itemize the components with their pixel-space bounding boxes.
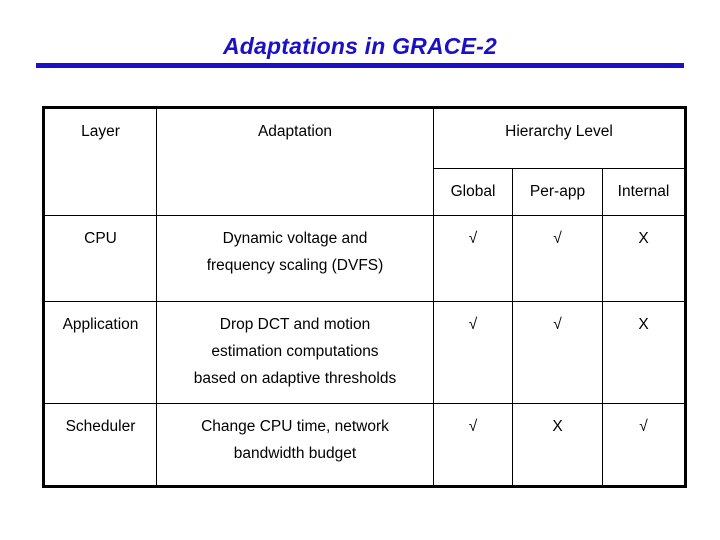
table-row: Scheduler Change CPU time, network bandw… (43, 403, 687, 487)
adaptation-line: frequency scaling (DVFS) (206, 257, 384, 274)
slide: Adaptations in GRACE-2 Layer Adaptation … (0, 0, 720, 540)
cell-layer: Application (43, 301, 157, 404)
header-cell-global: Global (433, 168, 513, 216)
header-cell-per-app: Per-app (512, 168, 603, 216)
cell-per-app-mark: √ (512, 301, 603, 404)
cell-internal-mark: √ (601, 403, 687, 487)
cell-per-app-mark: √ (512, 215, 603, 302)
cell-layer: CPU (43, 215, 157, 302)
adaptation-line: estimation computations (211, 343, 379, 360)
header-cell-internal: Internal (601, 168, 687, 216)
cell-adaptation: Drop DCT and motion estimation computati… (156, 301, 434, 404)
header-cell-hierarchy-level: Hierarchy Level (432, 107, 687, 169)
adaptation-line: Drop DCT and motion (219, 316, 371, 333)
adaptation-line: based on adaptive thresholds (193, 370, 397, 387)
cell-global-mark: √ (433, 403, 513, 487)
adaptation-line: Dynamic voltage and (222, 230, 368, 247)
adaptation-line: Change CPU time, network (201, 418, 389, 435)
adaptations-table-container: Layer Adaptation Hierarchy Level Global … (42, 106, 688, 488)
adaptations-table: Layer Adaptation Hierarchy Level Global … (42, 106, 688, 488)
table-row: Application Drop DCT and motion estimati… (43, 301, 687, 404)
title-divider (36, 63, 684, 68)
table-row: CPU Dynamic voltage and frequency scalin… (43, 215, 687, 302)
page-title: Adaptations in GRACE-2 (222, 33, 498, 59)
cell-internal-mark: X (601, 301, 687, 404)
cell-adaptation: Dynamic voltage and frequency scaling (D… (156, 215, 434, 302)
cell-global-mark: √ (433, 301, 513, 404)
cell-per-app-mark: X (512, 403, 603, 487)
cell-layer: Scheduler (43, 403, 157, 487)
header-cell-adaptation: Adaptation (156, 107, 434, 216)
header-cell-layer: Layer (43, 107, 157, 216)
table-header-row-primary: Layer Adaptation Hierarchy Level (43, 107, 687, 216)
cell-global-mark: √ (433, 215, 513, 302)
cell-adaptation: Change CPU time, network bandwidth budge… (156, 403, 434, 487)
adaptation-line: bandwidth budget (233, 445, 357, 462)
cell-internal-mark: X (601, 215, 687, 302)
